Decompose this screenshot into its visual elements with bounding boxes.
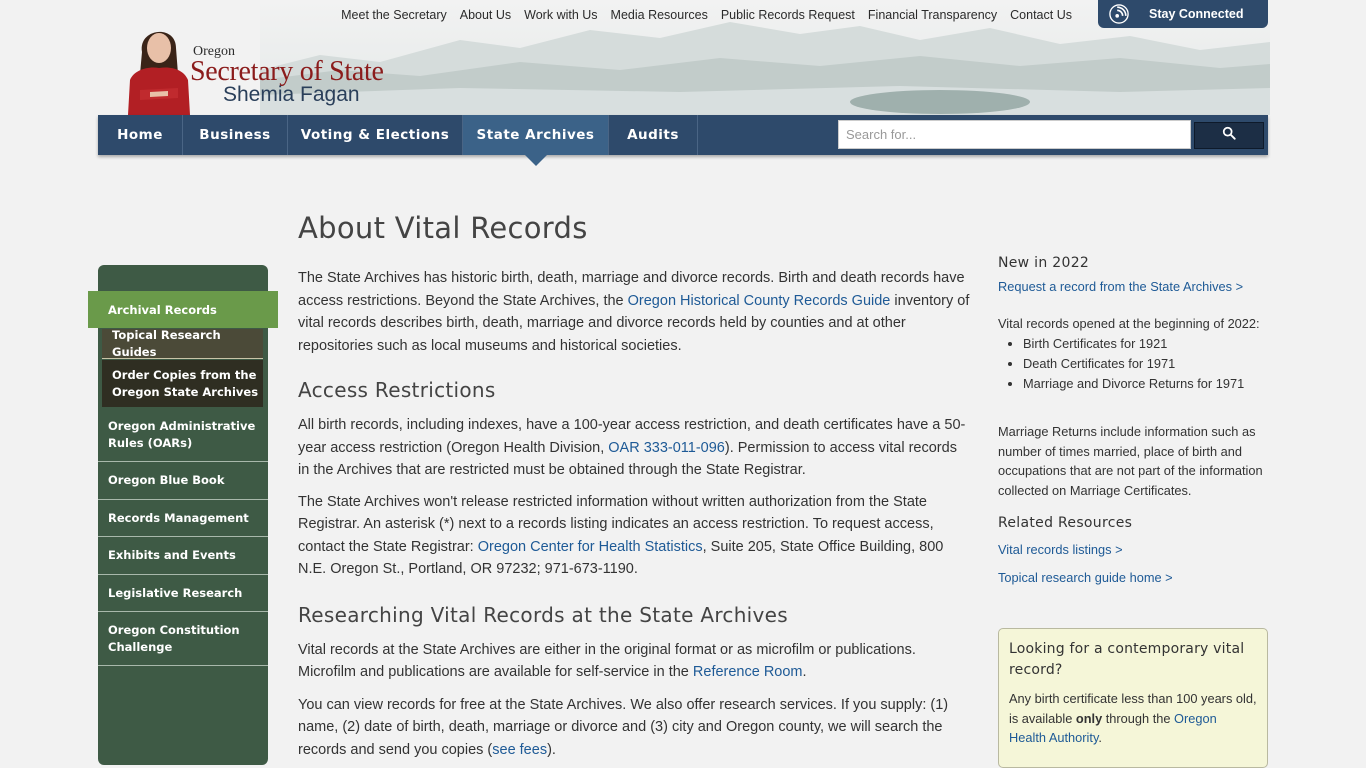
nav-tab-home[interactable]: Home <box>98 115 183 155</box>
intro-paragraph: The State Archives has historic birth, d… <box>298 270 970 354</box>
utility-link-public-records[interactable]: Public Records Request <box>721 8 855 22</box>
health-statistics-link[interactable]: Oregon Center for Health Statistics <box>478 539 703 555</box>
sidebar-item-constitution-challenge[interactable]: Oregon Constitution Challenge <box>98 612 268 666</box>
utility-link-work-with-us[interactable]: Work with Us <box>524 8 597 22</box>
list-item: Birth Certificates for 1921 <box>1023 334 1268 354</box>
new-in-2022-heading: New in 2022 <box>998 255 1090 271</box>
vital-records-listings-link[interactable]: Vital records listings > <box>998 542 1123 557</box>
logo-secretary-name: Shemia Fagan <box>223 83 360 106</box>
stay-connected-label: Stay Connected <box>1149 7 1244 21</box>
callout-title: Looking for a contemporary vital record? <box>1009 641 1245 678</box>
main-nav: Home Business Voting & Elections State A… <box>98 115 1268 166</box>
topical-research-home-link[interactable]: Topical research guide home > <box>998 570 1173 585</box>
site-header: Oregon Secretary of State Shemia Fagan M… <box>0 0 1366 115</box>
utility-nav: Meet the Secretary About Us Work with Us… <box>328 8 1072 22</box>
main-content: About Vital Records The State Archives h… <box>298 205 970 761</box>
sidebar-item-records-management[interactable]: Records Management <box>98 500 268 537</box>
sidebar-subitem-topical-research-guides[interactable]: Topical Research Guides <box>102 328 263 359</box>
sidebar-item-blue-book[interactable]: Oregon Blue Book <box>98 462 268 500</box>
nav-tab-state-archives[interactable]: State Archives <box>463 115 609 166</box>
access-paragraph-1: All birth records, including indexes, ha… <box>298 417 966 478</box>
contemporary-record-callout: Looking for a contemporary vital record?… <box>998 628 1268 768</box>
sidebar-nav: Archival Records Topical Research Guides… <box>88 265 278 765</box>
utility-link-financial-transparency[interactable]: Financial Transparency <box>868 8 997 22</box>
heading-researching: Researching Vital Records at the State A… <box>298 602 788 627</box>
heading-access-restrictions: Access Restrictions <box>298 378 496 402</box>
broadcast-icon <box>1108 3 1130 25</box>
right-sidebar: New in 2022 Request a record from the St… <box>998 255 1268 587</box>
opened-records-list: Birth Certificates for 1921 Death Certif… <box>998 334 1268 394</box>
sidebar-item-exhibits-events[interactable]: Exhibits and Events <box>98 537 268 575</box>
nav-tab-audits[interactable]: Audits <box>609 115 698 155</box>
marriage-returns-text: Marriage Returns include information suc… <box>998 424 1263 498</box>
secretary-portrait <box>120 18 198 115</box>
magnifier-icon <box>1222 126 1236 145</box>
nav-tab-voting-elections[interactable]: Voting & Elections <box>288 115 463 155</box>
sidebar-item-legislative-research[interactable]: Legislative Research <box>98 575 268 612</box>
utility-link-meet-secretary[interactable]: Meet the Secretary <box>341 8 447 22</box>
page-title: About Vital Records <box>298 211 588 245</box>
sidebar-item-archival-records[interactable]: Archival Records <box>88 291 278 328</box>
request-record-link[interactable]: Request a record from the State Archives… <box>998 279 1243 294</box>
research-paragraph-1: Vital records at the State Archives are … <box>298 641 916 681</box>
access-paragraph-2: The State Archives won't release restric… <box>298 493 944 578</box>
utility-link-contact-us[interactable]: Contact Us <box>1010 8 1072 22</box>
list-item: Death Certificates for 1971 <box>1023 354 1268 374</box>
search-button[interactable] <box>1194 122 1264 149</box>
sidebar-item-oars[interactable]: Oregon Administrative Rules (OARs) <box>98 408 268 462</box>
oar-link[interactable]: OAR 333-011-096 <box>608 440 725 456</box>
opened-records-text: Vital records opened at the beginning of… <box>998 316 1260 331</box>
sidebar-subitem-order-copies[interactable]: Order Copies from the Oregon State Archi… <box>102 360 263 407</box>
county-records-guide-link[interactable]: Oregon Historical County Records Guide <box>628 293 891 309</box>
related-resources-heading: Related Resources <box>998 515 1133 531</box>
nav-tab-business[interactable]: Business <box>183 115 288 155</box>
callout-body: Any birth certificate less than 100 year… <box>1009 691 1257 745</box>
list-item: Marriage and Divorce Returns for 1971 <box>1023 374 1268 394</box>
see-fees-link[interactable]: see fees <box>492 742 547 758</box>
utility-link-media-resources[interactable]: Media Resources <box>611 8 708 22</box>
research-paragraph-2: You can view records for free at the Sta… <box>298 696 949 758</box>
reference-room-link[interactable]: Reference Room <box>693 664 803 680</box>
utility-link-about-us[interactable]: About Us <box>460 8 511 22</box>
search-input[interactable]: Search for... <box>838 120 1191 149</box>
stay-connected-button[interactable]: Stay Connected <box>1098 0 1268 28</box>
